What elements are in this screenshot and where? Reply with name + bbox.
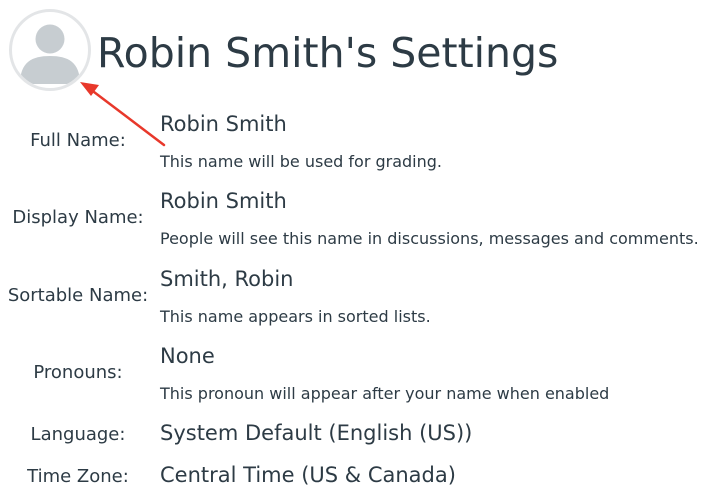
sortable-name-hint: This name appears in sorted lists. (160, 307, 431, 326)
pronouns-hint: This pronoun will appear after your name… (160, 384, 610, 403)
language-value: System Default (English (US)) (160, 421, 473, 445)
language-label: Language: (30, 424, 126, 445)
display-name-hint: People will see this name in discussions… (160, 229, 699, 248)
time-zone-value: Central Time (US & Canada) (160, 463, 456, 487)
settings-page: Robin Smith's Settings Full Name: Robin … (0, 0, 723, 490)
sortable-name-value: Smith, Robin (160, 267, 294, 291)
pronouns-value: None (160, 344, 215, 368)
time-zone-label: Time Zone: (27, 466, 129, 487)
pronouns-label: Pronouns: (33, 362, 123, 383)
display-name-value: Robin Smith (160, 189, 287, 213)
avatar[interactable] (9, 9, 91, 91)
full-name-value: Robin Smith (160, 112, 287, 136)
user-silhouette-icon (20, 24, 80, 84)
full-name-label: Full Name: (30, 130, 126, 151)
display-name-label: Display Name: (12, 207, 144, 228)
sortable-name-label: Sortable Name: (7, 285, 149, 306)
page-title: Robin Smith's Settings (97, 29, 559, 77)
full-name-hint: This name will be used for grading. (160, 152, 443, 171)
